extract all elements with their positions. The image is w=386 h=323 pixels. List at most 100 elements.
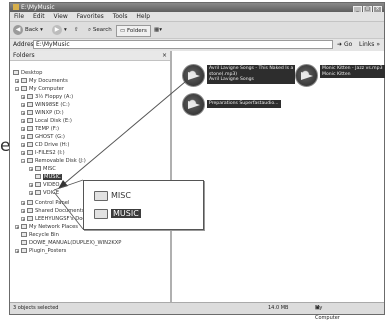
tree-item-drive-f[interactable]: + TEMP (F:) — [21, 125, 59, 133]
expand-icon[interactable]: + — [21, 216, 25, 221]
tree-item-misc[interactable]: + MISC — [29, 165, 56, 173]
expand-icon[interactable]: + — [29, 182, 33, 187]
menu-view[interactable]: View — [54, 13, 68, 20]
expand-icon[interactable]: + — [21, 200, 25, 205]
tree-item-my-computer[interactable]: − My Computer — [15, 85, 64, 93]
folder-icon — [94, 208, 108, 219]
tree-item-drive-e[interactable]: + Local Disk (E:) — [21, 117, 72, 125]
floppy-icon — [27, 94, 33, 99]
tree-item-my-documents[interactable]: + My Documents — [15, 77, 68, 85]
up-folder-icon: ⇧ — [74, 27, 79, 33]
media-file-icon — [182, 93, 205, 116]
tree-item-voice[interactable]: + VOICE — [29, 189, 59, 197]
file-item[interactable]: Preparations Superfastaudio... — [182, 93, 292, 121]
tree-item-shared-documents[interactable]: + Shared Documents — [21, 207, 85, 215]
folder-callout: MISC MUSIC — [83, 180, 204, 230]
tree-item-drive-d[interactable]: + WINXP (D:) — [21, 109, 64, 117]
file-label: Monic Kitten - Jazz vs.mp3 Monic Kitten — [320, 65, 385, 78]
forward-button[interactable]: ▶ ▾ — [52, 25, 67, 36]
tree-item-network-places[interactable]: + My Network Places — [15, 223, 78, 231]
tree-item-music[interactable]: MUSIC — [29, 173, 62, 181]
menu-edit[interactable]: Edit — [33, 13, 45, 20]
menu-bar: File Edit View Favorites Tools Help — [10, 12, 384, 21]
explorer-window: E:\MyMusic _ □ × File Edit View Favorites … — [9, 2, 385, 321]
forward-arrow-icon: ▶ — [52, 25, 62, 35]
file-label: Preparations Superfastaudio... — [207, 100, 281, 108]
expand-icon[interactable]: + — [21, 142, 25, 147]
tree-item-removable-disk[interactable]: − Removable Disk (J:) — [21, 157, 86, 165]
expand-icon[interactable]: + — [21, 126, 25, 131]
back-button[interactable]: ◀ Back ▾ — [13, 25, 43, 36]
expand-icon[interactable]: + — [21, 118, 25, 123]
expand-icon[interactable]: + — [15, 78, 19, 83]
tree-item-desktop[interactable]: Desktop — [13, 69, 42, 77]
tree-item-plugin-posters[interactable]: + Plugin_Posters — [15, 247, 66, 255]
collapse-icon[interactable]: − — [15, 86, 19, 91]
tree-item-video[interactable]: + VIDEO — [29, 181, 59, 189]
status-selection: 3 objects selected — [13, 305, 59, 311]
menu-favorites[interactable]: Favorites — [77, 13, 104, 20]
go-button[interactable]: ➜ Go — [337, 40, 352, 49]
window-title: E:\MyMusic — [21, 4, 55, 11]
tree-item-control-panel[interactable]: + Control Panel — [21, 199, 69, 207]
drive-icon — [27, 118, 33, 123]
folder-icon — [35, 174, 41, 179]
file-list-pane: Avril Lavigne Songs - This Naked Is a sto… — [172, 51, 385, 303]
menu-help[interactable]: Help — [136, 13, 150, 20]
removable-disk-icon — [27, 158, 33, 163]
tree-item-floppy[interactable]: +3½ Floppy (A:) — [21, 93, 73, 101]
collapse-icon[interactable]: − — [21, 158, 25, 163]
up-folder-button[interactable]: ⇧ — [74, 25, 79, 36]
views-icon: ▦ — [154, 27, 160, 33]
views-button[interactable]: ▦▾ — [154, 25, 162, 36]
address-input[interactable]: E:\MyMusic — [33, 40, 333, 49]
drive-icon — [27, 150, 33, 155]
file-item[interactable]: Avril Lavigne Songs - This Naked Is a sto… — [182, 64, 296, 92]
tree-item-drive-c[interactable]: + WIN98SE (C:) — [21, 101, 70, 109]
expand-icon[interactable]: + — [21, 134, 25, 139]
expand-icon[interactable]: + — [29, 190, 33, 195]
expand-icon[interactable]: + — [21, 208, 25, 213]
folder-icon — [35, 190, 41, 195]
folder-icon — [35, 182, 41, 187]
status-bar: 3 objects selected 14.0 MB ▣ My Computer — [10, 302, 384, 321]
links-button[interactable]: Links » — [359, 40, 380, 49]
callout-item-misc: MISC — [94, 187, 131, 204]
folders-pane-title: Folders — [13, 52, 35, 59]
folder-icon — [94, 190, 108, 201]
close-pane-button[interactable]: × — [162, 51, 167, 60]
folder-icon — [21, 240, 27, 245]
expand-icon[interactable]: + — [29, 166, 33, 171]
drive-icon — [27, 102, 33, 107]
tree-item-drive-i[interactable]: + I-FILES2 (I:) — [21, 149, 65, 157]
tree-item-cd-drive[interactable]: + CD Drive (H:) — [21, 141, 69, 149]
toolbar: ◀ Back ▾ ▶ ▾ ⇧ ⌕ Search ▭ Folders ▦▾ — [10, 21, 384, 39]
tree-item-drive-g[interactable]: + GHOST (G:) — [21, 133, 65, 141]
address-value: E:\MyMusic — [36, 41, 70, 48]
expand-icon[interactable]: + — [21, 94, 25, 99]
file-item[interactable]: Monic Kitten - Jazz vs.mp3 Monic Kitten — [295, 64, 385, 92]
menu-tools[interactable]: Tools — [113, 13, 128, 20]
folder-icon — [35, 166, 41, 171]
search-icon: ⌕ — [88, 27, 92, 33]
title-bar: E:\MyMusic _ □ × — [10, 3, 384, 13]
expand-icon[interactable]: + — [15, 224, 19, 229]
menu-file[interactable]: File — [14, 13, 24, 20]
network-icon — [21, 224, 27, 229]
tree-item-manual-folder[interactable]: DOWE_MANUAL(DUPLEX)_WIN2KXP — [21, 239, 121, 247]
expand-icon[interactable]: + — [15, 248, 19, 253]
desktop-icon — [13, 70, 19, 75]
media-file-icon — [295, 64, 318, 87]
folders-button[interactable]: ▭ Folders — [116, 25, 151, 37]
computer-icon — [21, 86, 27, 91]
expand-icon[interactable]: + — [21, 102, 25, 107]
folder-icon — [27, 208, 33, 213]
expand-icon[interactable]: + — [21, 110, 25, 115]
folder-icon — [21, 78, 27, 83]
media-file-icon — [182, 64, 205, 87]
folders-pane: Folders × Desktop + My Documents − My Comp… — [10, 51, 172, 303]
tree-item-recycle-bin[interactable]: Recycle Bin — [21, 231, 59, 239]
search-button[interactable]: ⌕ Search — [88, 25, 112, 36]
folder-icon — [13, 4, 19, 10]
expand-icon[interactable]: + — [21, 150, 25, 155]
